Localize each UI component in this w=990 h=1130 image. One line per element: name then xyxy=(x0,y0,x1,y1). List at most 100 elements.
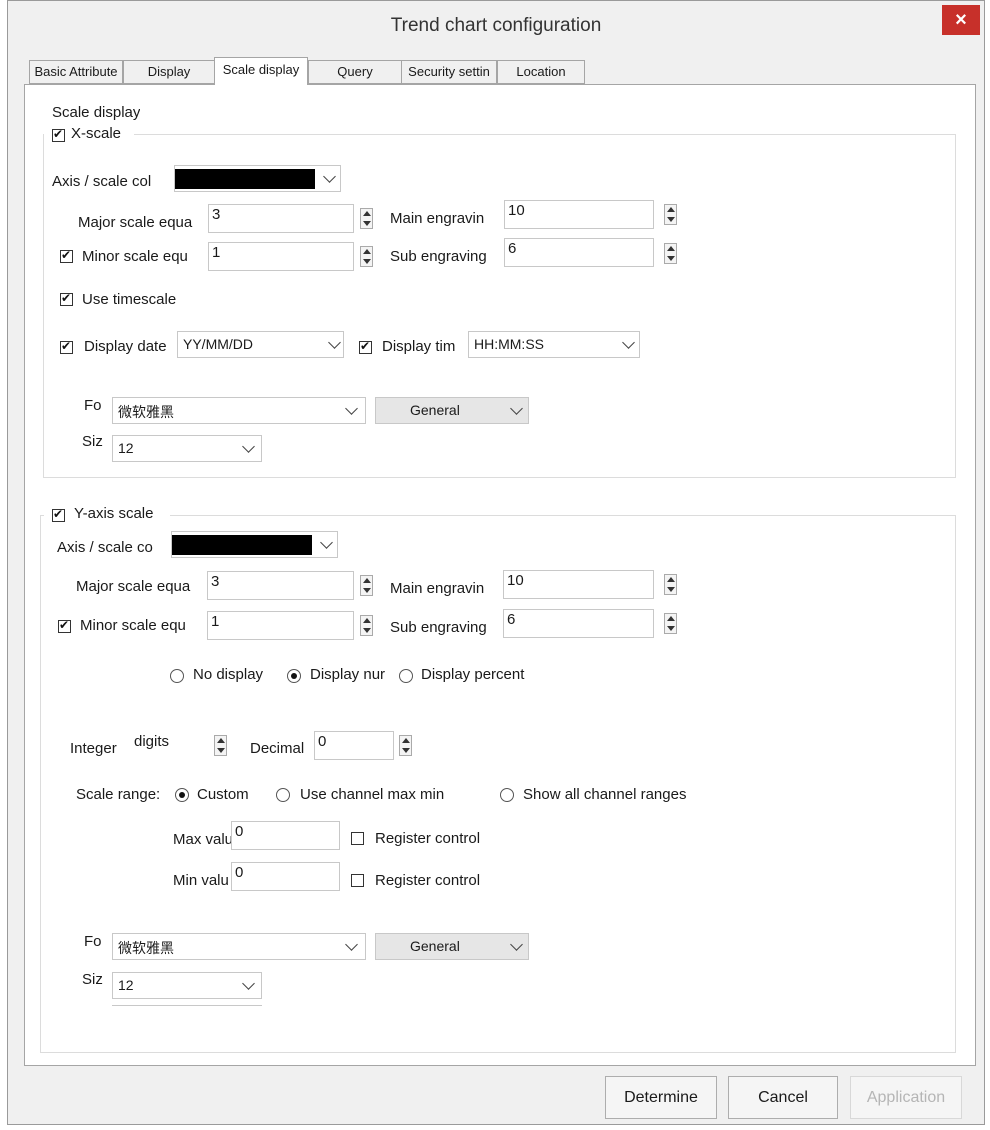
y-size-select[interactable]: 12 xyxy=(112,972,262,999)
y-font-select[interactable]: 微软雅黑 xyxy=(112,933,366,960)
x-scale-label: X-scale xyxy=(71,125,122,142)
x-font-value: 微软雅黑 xyxy=(118,404,174,420)
chevron-down-icon xyxy=(242,440,255,453)
application-button[interactable]: Application xyxy=(850,1076,962,1119)
integer-digits-input[interactable]: digits xyxy=(130,731,208,760)
max-register-control-checkbox[interactable] xyxy=(351,832,364,845)
chevron-down-icon xyxy=(328,336,341,349)
y-axis-color-swatch xyxy=(172,535,312,555)
max-register-control-label: Register control xyxy=(375,830,481,847)
y-font-value: 微软雅黑 xyxy=(118,940,174,956)
tab-security-settings[interactable]: Security settin xyxy=(401,60,497,84)
min-register-control-checkbox[interactable] xyxy=(351,874,364,887)
x-size-label: Siz xyxy=(82,433,103,450)
chevron-down-icon xyxy=(323,170,336,183)
x-major-scale-input[interactable]: 3 xyxy=(208,204,354,233)
time-format-select[interactable]: HH:MM:SS xyxy=(468,331,640,358)
min-value-label: Min valu xyxy=(173,872,229,889)
use-timescale-checkbox[interactable] xyxy=(60,291,73,306)
tab-query[interactable]: Query xyxy=(308,60,402,84)
x-scale-checkbox[interactable] xyxy=(52,127,65,142)
y-size-label: Siz xyxy=(82,971,103,988)
radio-display-number-label: Display nur xyxy=(310,666,386,683)
y-minor-scale-stepper[interactable] xyxy=(360,615,373,636)
decimal-stepper[interactable] xyxy=(399,735,412,756)
x-font-label: Fo xyxy=(84,397,102,414)
y-minor-scale-checkbox[interactable] xyxy=(58,618,71,633)
tab-location[interactable]: Location xyxy=(497,60,585,84)
chevron-down-icon xyxy=(345,938,358,951)
chevron-down-icon xyxy=(510,402,523,415)
x-major-scale-label: Major scale equa xyxy=(78,214,193,231)
date-format-select[interactable]: YY/MM/DD xyxy=(177,331,344,358)
y-main-engraving-stepper[interactable] xyxy=(664,574,677,595)
title-bar[interactable]: Trend chart configuration × xyxy=(8,1,984,49)
x-sub-engraving-input[interactable]: 6 xyxy=(504,238,654,267)
y-sub-engraving-label: Sub engraving xyxy=(390,619,487,636)
chevron-down-icon xyxy=(345,402,358,415)
range-custom-label: Custom xyxy=(197,786,249,803)
tab-display[interactable]: Display xyxy=(123,60,215,84)
date-format-value: YY/MM/DD xyxy=(183,336,253,352)
display-time-label: Display tim xyxy=(382,338,456,355)
tab-basic-attribute[interactable]: Basic Attribute xyxy=(29,60,123,84)
y-sub-engraving-input[interactable]: 6 xyxy=(503,609,654,638)
y-scale-checkbox[interactable] xyxy=(52,507,65,522)
display-date-checkbox[interactable] xyxy=(60,339,73,354)
y-axis-color-select[interactable] xyxy=(171,531,338,558)
y-font-style-select[interactable]: General xyxy=(375,933,529,960)
integer-digits-stepper[interactable] xyxy=(214,735,227,756)
display-time-checkbox[interactable] xyxy=(359,339,372,354)
chevron-down-icon xyxy=(242,977,255,990)
x-minor-scale-label: Minor scale equ xyxy=(82,248,188,265)
y-font-style-value: General xyxy=(410,938,460,954)
y-sub-engraving-stepper[interactable] xyxy=(664,613,677,634)
x-size-select[interactable]: 12 xyxy=(112,435,262,462)
range-custom-radio[interactable] xyxy=(175,788,189,802)
tab-scale-display[interactable]: Scale display xyxy=(214,57,308,85)
range-channel-max-min-radio[interactable] xyxy=(276,788,290,802)
determine-button[interactable]: Determine xyxy=(605,1076,717,1119)
x-main-engraving-input[interactable]: 10 xyxy=(504,200,654,229)
y-major-scale-label: Major scale equa xyxy=(76,578,191,595)
max-value-label: Max value xyxy=(173,831,231,848)
x-axis-color-select[interactable] xyxy=(174,165,341,192)
x-font-style-select[interactable]: General xyxy=(375,397,529,424)
x-axis-color-swatch xyxy=(175,169,315,189)
y-font-label: Fo xyxy=(84,933,102,950)
y-major-scale-stepper[interactable] xyxy=(360,575,373,596)
range-show-all-label: Show all channel ranges xyxy=(523,786,687,803)
decimal-label: Decimal xyxy=(250,740,305,757)
y-minor-scale-input[interactable]: 1 xyxy=(207,611,354,640)
x-minor-scale-stepper[interactable] xyxy=(360,246,373,267)
cancel-button[interactable]: Cancel xyxy=(728,1076,838,1119)
radio-display-percent[interactable] xyxy=(399,669,413,683)
range-show-all-radio[interactable] xyxy=(500,788,514,802)
window-title: Trend chart configuration xyxy=(390,15,602,36)
max-value-input[interactable]: 0 xyxy=(231,821,340,850)
close-icon[interactable]: × xyxy=(942,5,980,35)
y-main-engraving-input[interactable]: 10 xyxy=(503,570,654,599)
scale-range-label: Scale range: xyxy=(76,786,161,803)
x-main-engraving-label: Main engravin xyxy=(390,210,485,227)
display-date-label: Display date xyxy=(84,338,167,355)
x-main-engraving-stepper[interactable] xyxy=(664,204,677,225)
range-channel-max-min-label: Use channel max min xyxy=(300,786,445,803)
x-sub-engraving-stepper[interactable] xyxy=(664,243,677,264)
y-major-scale-input[interactable]: 3 xyxy=(207,571,354,600)
min-value-input[interactable]: 0 xyxy=(231,862,340,891)
use-timescale-label: Use timescale xyxy=(82,291,177,308)
time-format-value: HH:MM:SS xyxy=(474,336,544,352)
x-axis-color-label: Axis / scale col xyxy=(52,173,152,190)
radio-no-display-label: No display xyxy=(193,666,264,683)
radio-display-number[interactable] xyxy=(287,669,301,683)
section-title: Scale display xyxy=(52,104,141,121)
decimal-input[interactable]: 0 xyxy=(314,731,394,760)
radio-no-display[interactable] xyxy=(170,669,184,683)
x-minor-scale-checkbox[interactable] xyxy=(60,248,73,263)
y-minor-scale-label: Minor scale equ xyxy=(80,617,186,634)
x-minor-scale-input[interactable]: 1 xyxy=(208,242,354,271)
x-major-scale-stepper[interactable] xyxy=(360,208,373,229)
x-font-select[interactable]: 微软雅黑 xyxy=(112,397,366,424)
y-size-value: 12 xyxy=(118,977,134,993)
